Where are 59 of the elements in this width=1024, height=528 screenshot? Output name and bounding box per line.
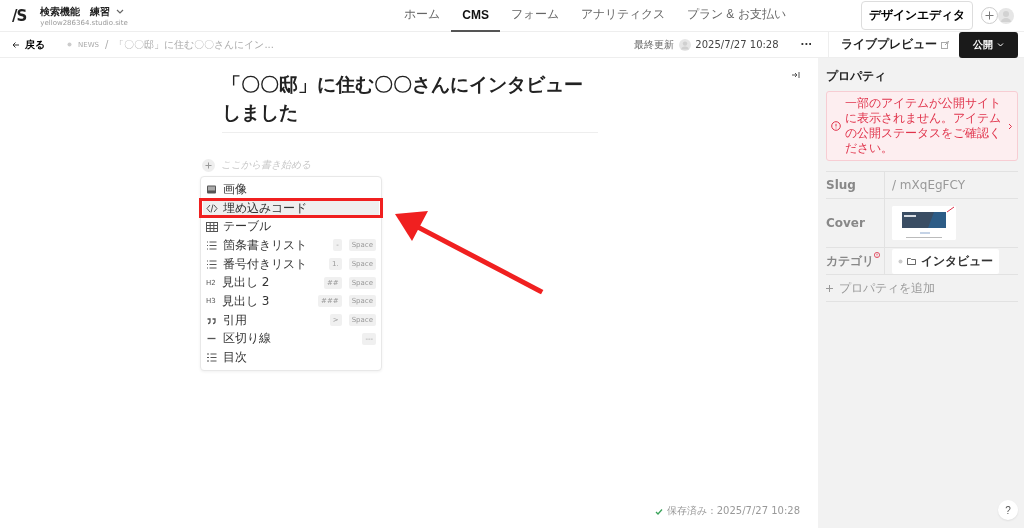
alert-icon — [831, 121, 841, 131]
back-button[interactable]: 戻る — [12, 37, 45, 52]
menu-item-label: 目次 — [223, 349, 248, 367]
plus-icon — [826, 284, 833, 292]
numbered-list-icon — [206, 258, 218, 270]
folder-icon — [907, 257, 917, 265]
arrow-left-icon — [12, 40, 20, 49]
menu-item-label: テーブル — [223, 218, 272, 236]
design-editor-button[interactable]: デザインエディタ — [861, 1, 973, 30]
article-title[interactable]: 「〇〇邸」に住む〇〇さんにインタビューしました — [222, 70, 598, 133]
nav-tab[interactable]: アナリティクス — [569, 0, 676, 32]
chevron-right-icon — [1008, 122, 1013, 130]
list-icon — [206, 352, 218, 364]
nav-tab[interactable]: CMS — [451, 0, 500, 32]
logo[interactable]: /S — [12, 6, 27, 25]
menu-item-label: 番号付きリスト — [223, 255, 308, 273]
menu-item-label: 埋め込みコード — [223, 199, 308, 217]
alert-banner[interactable]: 一部のアイテムが公開サイトに表示されません。アイテムの公開ステータスをご確認ください。 — [826, 91, 1018, 161]
last-updated-label: 最終更新 — [634, 37, 675, 52]
property-label: Slug — [826, 178, 856, 192]
category-tag[interactable]: インタビュー — [892, 248, 999, 274]
chevron-down-icon — [997, 42, 1004, 47]
menu-item-label: 見出し 2 — [222, 274, 271, 292]
external-link-icon — [941, 40, 949, 49]
dot-icon — [898, 258, 903, 264]
property-label: カテゴリ — [826, 252, 874, 270]
bullet-list-icon — [206, 239, 218, 251]
menu-item-label: 区切り線 — [223, 330, 272, 348]
menu-item[interactable]: 画像 — [203, 180, 379, 199]
menu-item[interactable]: テーブル — [203, 217, 379, 237]
image-icon — [206, 183, 218, 195]
code-brackets-icon — [206, 202, 218, 214]
property-label: Cover — [826, 216, 865, 230]
collapse-panel-icon[interactable] — [792, 71, 800, 79]
chevron-down-icon[interactable] — [116, 8, 125, 15]
last-updated-time: 2025/7/27 10:28 — [695, 39, 779, 50]
save-status: 保存済み : 2025/7/27 10:28 — [667, 504, 800, 518]
menu-item-label: 見出し 3 — [222, 292, 271, 310]
more-button[interactable]: ··· — [800, 39, 812, 50]
alert-message: 一部のアイテムが公開サイトに表示されません。アイテムの公開ステータスをご確認ください。 — [845, 96, 1002, 156]
add-block-icon[interactable] — [202, 158, 215, 172]
menu-item-label: 引用 — [223, 311, 248, 329]
menu-item-label: 画像 — [223, 180, 248, 198]
nav-tab[interactable]: ホーム — [393, 0, 452, 32]
breadcrumb-separator: / — [105, 39, 109, 50]
table-grid-icon — [206, 221, 218, 233]
live-preview-link[interactable]: ライブプレビュー — [841, 36, 937, 53]
user-avatar-icon — [679, 38, 692, 51]
dot-icon — [67, 42, 72, 47]
menu-item-label: 箇条書きリスト — [223, 236, 308, 254]
plus-icon[interactable] — [981, 7, 998, 24]
nav-tab[interactable]: プラン & お支払い — [675, 0, 797, 32]
check-icon — [655, 507, 663, 515]
menu-item[interactable]: 目次 — [203, 348, 379, 367]
publish-button[interactable]: 公開 — [959, 31, 1018, 58]
nav-tab[interactable]: フォーム — [499, 0, 570, 32]
project-name: 検索機能 練習 — [40, 4, 111, 19]
panel-title: プロパティ — [826, 68, 887, 85]
help-button[interactable]: ? — [998, 500, 1018, 520]
